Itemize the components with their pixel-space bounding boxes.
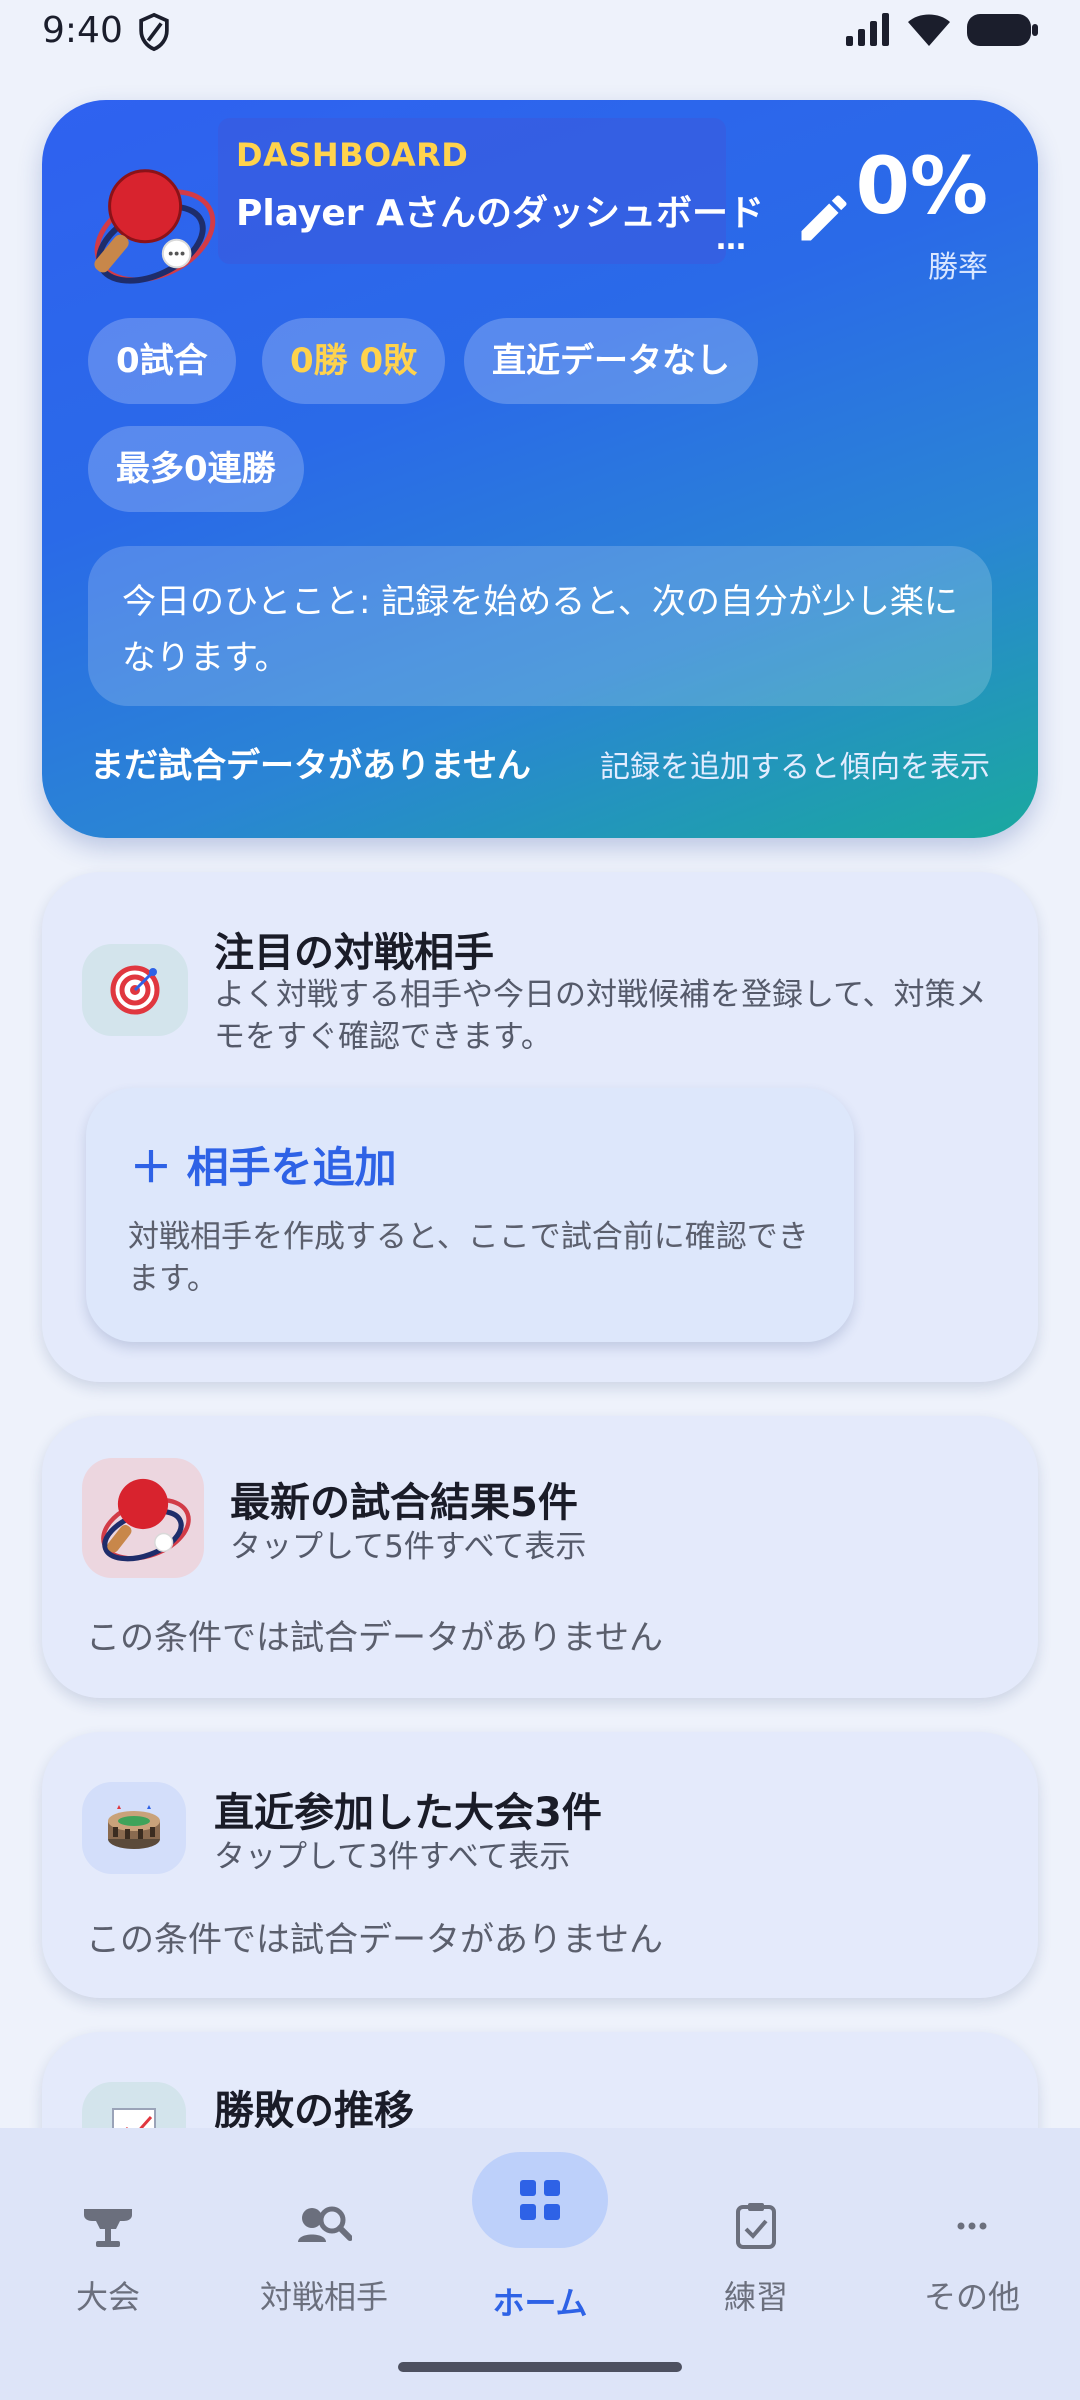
- status-indicators: [844, 12, 1040, 48]
- nav-item-more[interactable]: その他: [864, 2128, 1080, 2348]
- dashboard-hero-card: DASHBOARD Player Aさんのダッシュボード … 0% 勝率 0試合…: [42, 100, 1038, 838]
- opponents-subtitle: よく対戦する相手や今日の対戦候補を登録して、対策メモをすぐ確認できます。: [214, 977, 987, 1055]
- add-opponent-description: 対戦相手を作成すると、ここで試合前に確認できます。: [128, 1219, 809, 1297]
- hero-title: Player Aさんのダッシュボード: [236, 193, 764, 234]
- target-icon: [110, 965, 160, 1015]
- matches-count-chip: 0試合: [88, 318, 236, 404]
- featured-opponents-card: 注目の対戦相手 よく対戦する相手や今日の対戦候補を登録して、対策メモをすぐ確認で…: [42, 872, 1038, 1382]
- signal-icon: [846, 13, 889, 46]
- no-data-title: まだ試合データがありません: [90, 746, 531, 786]
- nav-label-more: その他: [923, 2278, 1020, 2316]
- nav-item-practice[interactable]: 練習: [648, 2128, 864, 2348]
- results-title: 最新の試合結果5件: [230, 1480, 578, 1526]
- no-data-hint: 記録を追加すると傾向を表示: [600, 750, 990, 785]
- tournaments-title: 直近参加した大会3件: [214, 1790, 602, 1836]
- dashboard-screen: 9:40 DASHBOARD Player Aさんのダッシュボード … 0% 勝…: [0, 0, 1080, 2400]
- table-tennis-icon: [101, 1478, 191, 1562]
- tournaments-empty-message: この条件では試合データがありません: [86, 1920, 663, 1960]
- opponents-icon-box: [82, 944, 188, 1036]
- status-bar: 9:40: [0, 0, 1080, 66]
- recent-tournaments-card[interactable]: 直近参加した大会3件 タップして3件すべて表示 この条件では試合データがありませ…: [42, 1732, 1038, 1998]
- nav-label-home: ホーム: [492, 2284, 588, 2322]
- battery-icon: [967, 14, 1038, 46]
- opponents-title: 注目の対戦相手: [214, 930, 494, 976]
- status-time: 9:40: [42, 10, 123, 51]
- nav-item-tournaments[interactable]: 大会: [0, 2128, 216, 2348]
- more-icon: [922, 2176, 1022, 2276]
- latest-results-card[interactable]: 最新の試合結果5件 タップして5件すべて表示 この条件では試合データがありません: [42, 1416, 1038, 1698]
- results-icon-box: [82, 1458, 204, 1578]
- nav-label-opponents: 対戦相手: [259, 2278, 388, 2316]
- nav-label-tournaments: 大会: [75, 2278, 140, 2316]
- max-streak-chip: 最多0連勝: [88, 426, 304, 512]
- edit-pencil-icon[interactable]: [794, 188, 854, 248]
- win-rate-value: 0%: [855, 142, 988, 232]
- table-tennis-logo-icon: [94, 169, 216, 284]
- win-loss-chip: 0勝 0敗: [262, 318, 446, 404]
- grid-icon: [490, 2150, 590, 2250]
- trophy-icon: [58, 2176, 158, 2276]
- wifi-icon: [908, 14, 950, 46]
- nav-item-opponents[interactable]: 対戦相手: [216, 2128, 432, 2348]
- stadium-icon: [108, 1805, 160, 1849]
- hero-overline: DASHBOARD: [236, 136, 469, 174]
- title-more-indicator: …: [716, 222, 746, 257]
- shield-icon: [139, 12, 169, 52]
- opponent-search-icon: [274, 2176, 374, 2276]
- home-indicator-bar[interactable]: [398, 2362, 682, 2372]
- bottom-navigation: 大会 対戦相手 ホーム 練習 その他: [0, 2128, 1080, 2400]
- nav-item-home[interactable]: ホーム: [432, 2128, 648, 2348]
- recent-form-chip: 直近データなし: [464, 318, 758, 404]
- tournaments-icon-box: [82, 1782, 186, 1874]
- results-subtitle: タップして5件すべて表示: [230, 1529, 587, 1565]
- results-empty-message: この条件では試合データがありません: [86, 1618, 663, 1658]
- add-opponent-button[interactable]: ＋ 相手を追加 対戦相手を作成すると、ここで試合前に確認できます。: [86, 1088, 854, 1342]
- add-opponent-label: ＋ 相手を追加: [130, 1143, 397, 1192]
- tournaments-subtitle: タップして3件すべて表示: [214, 1839, 571, 1875]
- clipboard-check-icon: [706, 2176, 806, 2276]
- daily-message: 今日のひとこと: 記録を始めると、次の自分が少し楽になります。: [88, 546, 992, 706]
- win-rate-label: 勝率: [928, 250, 988, 285]
- nav-label-practice: 練習: [723, 2278, 788, 2316]
